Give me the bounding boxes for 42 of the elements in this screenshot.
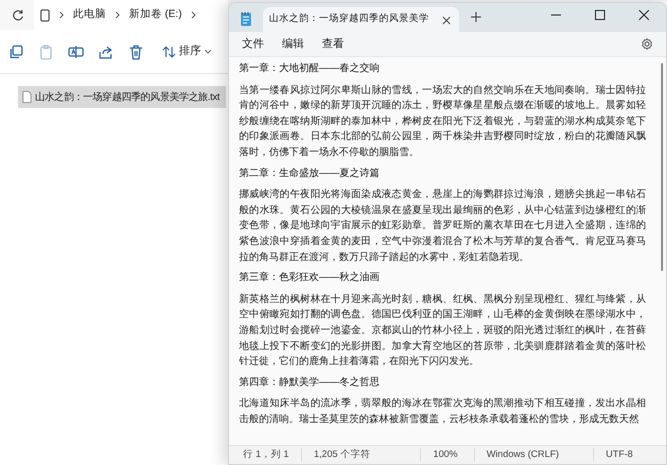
breadcrumb-item[interactable]: 此电脑	[73, 7, 106, 23]
notepad-icon	[239, 11, 253, 27]
rename-icon[interactable]	[68, 44, 84, 60]
plus-icon	[471, 12, 481, 22]
document-icon	[22, 91, 32, 103]
chapter-heading: 第四章：静默美学——冬之哲思	[239, 376, 380, 390]
caret-icon	[204, 48, 212, 54]
close-icon	[442, 16, 451, 25]
status-text: UTF-8	[606, 448, 634, 462]
menu-item[interactable]: 文件	[235, 34, 271, 54]
sort-button[interactable]: 排序	[158, 43, 216, 60]
maximize-icon	[595, 10, 605, 20]
chapter-heading: 第三章：色彩狂欢——秋之油画	[239, 270, 380, 286]
status-text: 行 1，列 1	[243, 448, 302, 462]
copy-icon[interactable]	[8, 44, 24, 60]
status-text: Windows (CRLF)	[486, 448, 594, 462]
status-text: 100%	[433, 448, 475, 462]
sort-arrows-icon	[162, 46, 176, 58]
paragraph: 当第一缕春风掠过阿尔卑斯山脉的雪线，一场宏大的自然交响乐在天地间奏响。瑞士因特拉肯的河谷中，嫩绿的新芽顶开沉睡的冻土，野樱草像星星般点缀在渐暖的坡地上。晨雾如轻纱般缠绕在喀纳斯湖畔的泰加林中，桦树皮在阳光下泛着银光，与碧蓝的湖水构成莫奈笔下的印象派画卷。日本东北部的弘前公园里，两千株染井吉野樱同时绽放，粉白的花瓣随风飘落时，仿佛下着一场永不停歇的胭脂雪。	[239, 84, 646, 160]
scrollbar[interactable]	[661, 63, 663, 271]
settings-icon	[641, 38, 653, 50]
file-name[interactable]: 山水之韵：一场穿越四季的风景美学之旅.txt	[35, 90, 220, 104]
status-text: 1,205 个字符	[314, 448, 422, 462]
chevron-right-icon	[114, 10, 121, 20]
chevron-right-icon	[190, 10, 197, 20]
document-tab[interactable]: 山水之韵：一场穿越四季的风景美学	[263, 7, 459, 32]
chapter-heading: 第二章：生命盛放——夏之诗篇	[239, 166, 380, 181]
file-row[interactable]: 山水之韵：一场穿越四季的风景美学之旅.txt	[18, 86, 226, 108]
paragraph: 挪威峡湾的午夜阳光将海面染成液态黄金，悬崖上的海鹦群掠过海浪，翅膀尖挑起一串钻石般的水珠。黄石公园的大棱镜温泉在盛夏呈现出最绚丽的色彩，从中心钴蓝到边缘橙红的渐变色带，像是地球向宇宙展示的虹彩勋章。普罗旺斯的薰衣草田在七月进入全盛期，连绵的紫色波浪中穿插着金黄的麦田，空气中弥漫着混合了松木与芳草的复合香气。肯尼亚马赛马拉的角马群正在渡河，数万只蹄子踏起的水雾中，彩虹若隐若现。	[239, 188, 646, 265]
trash-icon[interactable]	[128, 44, 144, 60]
close-icon	[639, 10, 649, 20]
paragraph: 新英格兰的枫树林在十月迎来高光时刻，糖枫、红枫、黑枫分别呈现橙红、猩红与绛紫，从空中俯瞰宛如打翻的调色盘。德国巴伐利亚的国王湖畔，山毛榉的金黄倒映在墨绿湖水中，游船划过时会搅碎一池鎏金。京都岚山的竹林小径上，斑驳的阳光透过渐红的枫叶，在苔藓地毯上投下不断变幻的光影拼图。加拿大育空地区的苔原带，北美驯鹿群踏着金黄的落叶松针迁徙，它们的鹿角上挂着薄霜，在阳光下闪闪发光。	[239, 292, 646, 370]
menu-item[interactable]: 编辑	[275, 34, 311, 54]
share-icon[interactable]	[98, 44, 114, 60]
address-bar[interactable]: 此电脑 新加卷 (E:)	[34, 0, 228, 30]
refresh-icon[interactable]	[12, 9, 24, 21]
breadcrumb-item[interactable]: 新加卷 (E:)	[129, 7, 182, 23]
chapter-heading: 第一章：大地初醒——春之交响	[239, 62, 380, 76]
monitor-icon	[40, 8, 50, 22]
paragraph: 北海道知床半岛的流冰季，翡翠般的海冰在鄂霍次克海的黑潮推动下相互碰撞，发出水晶相击般的清响。瑞士圣莫里茨的森林被新雪覆盖，云杉枝条承载着蓬松的雪块，形成无数天然	[239, 396, 646, 427]
menu-item[interactable]: 查看	[315, 34, 351, 54]
chevron-right-icon	[58, 10, 65, 20]
